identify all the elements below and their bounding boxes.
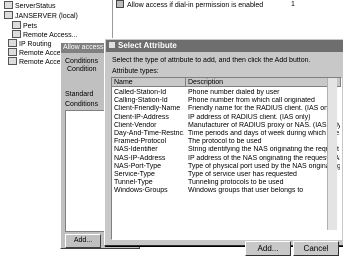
list-item[interactable]: Calling-Station-Id Phone number from whic…	[112, 97, 341, 105]
attribute-name: Tunnel-Type	[114, 179, 153, 187]
attribute-name: NAS-Identifier	[114, 146, 158, 154]
conditions-label: Conditions	[65, 58, 99, 65]
cancel-button[interactable]: Cancel	[293, 241, 339, 256]
server-icon	[4, 1, 13, 9]
dialog-title-bar: Select Attribute	[106, 40, 343, 52]
standard-label: Standard	[65, 91, 94, 98]
attribute-name: Client-IP-Address	[114, 113, 169, 121]
attribute-name: Client-Vendor	[114, 121, 157, 129]
attribute-description: IP address of RADIUS client. (IAS only)	[188, 113, 311, 121]
attribute-description: Manufacturer of RADIUS proxy or NAS. (IA…	[188, 121, 340, 129]
server-icon	[4, 11, 13, 19]
list-item[interactable]: Client-IP-Address IP address of RADIUS cl…	[112, 114, 341, 122]
tree-item-remote-access-logging[interactable]: Remote Acce...	[8, 57, 66, 66]
add-button[interactable]: Add...	[245, 241, 291, 256]
attribute-name: Calling-Station-Id	[114, 97, 168, 105]
attribute-name: Service-Type	[114, 171, 155, 178]
list-item[interactable]: Tunnel-Type Tunneling protocols to be use…	[112, 179, 341, 187]
list-item[interactable]: NAS-IP-Address IP address of the NAS orig…	[112, 155, 341, 163]
conditions-sublabel: Condition	[67, 66, 97, 73]
list-item[interactable]: NAS-Port-Type Type of physical port used …	[112, 163, 341, 171]
attribute-name: Client-Friendly-Name	[114, 105, 181, 113]
attribute-description: Phone number from which call originated	[188, 97, 315, 105]
policy-icon	[116, 0, 124, 8]
attribute-name: NAS-Port-Type	[114, 162, 162, 170]
select-attribute-dialog: Select Attribute Select the type of attr…	[104, 38, 343, 256]
list-item[interactable]: Windows-Groups Windows groups that user b…	[112, 187, 341, 195]
tree-item-server-status[interactable]: ServerStatus	[4, 1, 55, 10]
conditions-list-label: Conditions	[65, 101, 99, 108]
attribute-description: Friendly name for the RADIUS client. (IA…	[188, 105, 336, 113]
list-item[interactable]: NAS-Identifier String identifying the NAS…	[112, 146, 341, 154]
clients-icon	[12, 30, 21, 38]
column-header-name[interactable]: Name	[112, 78, 186, 87]
attribute-name: Called-Station-Id	[114, 89, 167, 96]
list-item[interactable]: Day-And-Time-Restric... Time periods and …	[112, 130, 341, 138]
list-item[interactable]: Client-Friendly-Name Friendly name for th…	[112, 105, 341, 113]
tree-item-remote-access-policies[interactable]: Remote Acce...	[8, 48, 66, 57]
tree-item-server[interactable]: JANSERVER (local)	[4, 11, 78, 20]
attribute-name: NAS-IP-Address	[114, 154, 166, 162]
ports-icon	[12, 21, 21, 29]
attribute-list[interactable]: Name Description Called-Station-Id Phone …	[111, 77, 342, 240]
policy-list-row[interactable]: Allow access if dial-in permission is en…	[116, 0, 343, 10]
props-add-button[interactable]: Add...	[65, 234, 101, 248]
tree-item-ip-routing[interactable]: IP Routing	[8, 39, 52, 48]
attribute-types-label: Attribute types:	[112, 68, 159, 75]
dialog-instruction: Select the type of attribute to add, and…	[112, 57, 311, 64]
list-scrollbar[interactable]	[327, 78, 337, 230]
attribute-description: The protocol to be used	[188, 138, 262, 146]
attribute-name: Windows-Groups	[114, 187, 168, 195]
attribute-description: Type of service user has requested	[188, 171, 297, 178]
list-item[interactable]: Client-Vendor Manufacturer of RADIUS prox…	[112, 122, 341, 130]
list-item[interactable]: Called-Station-Id Phone number dialed by …	[112, 89, 341, 97]
policy-icon	[8, 48, 17, 56]
attribute-description: IP address of the NAS originating the re…	[188, 154, 340, 162]
tree-item-remote-access-clients[interactable]: Remote Access...	[12, 30, 77, 39]
dialog-title: Select Attribute	[118, 41, 177, 50]
conditions-list[interactable]	[65, 110, 107, 232]
tree-item-ports[interactable]: Pets	[12, 21, 37, 30]
policy-order: 1	[291, 1, 295, 8]
attribute-description: Tunneling protocols to be used	[188, 179, 284, 187]
attribute-description: Phone number dialed by user	[188, 89, 280, 96]
list-item[interactable]: Service-Type Type of service user has req…	[112, 171, 341, 179]
attribute-description: Time periods and days of week during whi…	[188, 130, 340, 137]
attribute-description: Windows groups that user belongs to	[188, 187, 304, 195]
dialog-app-icon	[109, 42, 115, 48]
policy-name: Allow access if dial-in permission is en…	[127, 2, 264, 9]
attribute-description: Type of physical port used by the NAS or…	[188, 162, 340, 170]
log-icon	[8, 57, 17, 65]
attribute-name: Day-And-Time-Restric...	[114, 130, 184, 137]
attribute-name: Framed-Protocol	[114, 138, 167, 146]
attribute-description: String identifying the NAS originating t…	[188, 146, 340, 154]
column-header-description[interactable]: Description	[186, 78, 341, 87]
routing-icon	[8, 39, 17, 47]
list-item[interactable]: Framed-Protocol The protocol to be used	[112, 138, 341, 146]
